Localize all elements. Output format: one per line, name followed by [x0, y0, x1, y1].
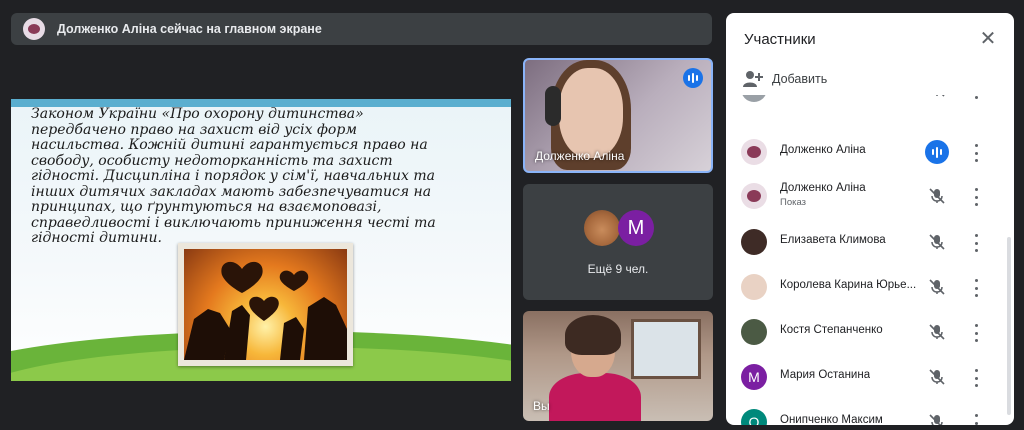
add-person-icon — [742, 69, 764, 89]
mic-off-icon[interactable] — [925, 275, 949, 299]
slide-photo-hearts — [178, 243, 353, 366]
participant-avatar-photo — [584, 210, 620, 246]
participant-row[interactable]: Костя Степанченко — [726, 311, 1006, 356]
participant-name: Костя Степанченко — [780, 324, 883, 336]
more-participants-tile[interactable]: M Ещё 9 чел. — [523, 184, 713, 300]
slide-line: справедливості і виключають приниження ч… — [31, 214, 436, 231]
more-options-icon[interactable] — [968, 188, 984, 206]
participant-avatar: O — [741, 409, 767, 425]
participant-name: Мария Останина — [780, 369, 871, 381]
more-options-icon[interactable] — [968, 95, 984, 99]
speaker-video-tile[interactable]: Долженко Аліна — [523, 58, 713, 173]
add-label: Добавить — [772, 72, 828, 86]
participant-subtitle: Показ — [780, 197, 807, 208]
mic-off-icon[interactable] — [925, 410, 949, 425]
participant-avatar-letter: M — [618, 210, 654, 246]
participant-avatar — [741, 319, 767, 345]
participants-list[interactable]: Долженко Аліна Долженко Аліна Показ Елизаве… — [726, 95, 1006, 425]
more-options-icon[interactable] — [968, 324, 984, 342]
participant-row[interactable]: Долженко Аліна Показ — [726, 175, 1006, 220]
speaking-indicator-icon[interactable] — [925, 140, 949, 164]
participant-name: Долженко Аліна — [780, 182, 866, 194]
more-participants-label: Ещё 9 чел. — [587, 262, 649, 276]
panel-title: Участники — [744, 31, 816, 48]
slide-line: інших дитячих закладах мають забезпечува… — [31, 183, 432, 200]
participant-avatar: M — [741, 364, 767, 390]
participant-row[interactable]: Долженко Аліна — [726, 131, 1006, 176]
slide-line: свободу, особисту недоторканність та зах… — [31, 152, 393, 169]
speaking-indicator-icon — [683, 68, 703, 88]
meet-window: Долженко Аліна сейчас на главном экране … — [0, 0, 1024, 430]
participant-avatar — [741, 139, 767, 165]
slide-line: передбачено право на захист від усіх фор… — [31, 121, 357, 138]
participant-avatar — [741, 274, 767, 300]
more-options-icon[interactable] — [968, 369, 984, 387]
tile-name: Вы — [533, 399, 550, 413]
background-window — [631, 319, 701, 379]
participant-row[interactable]: Королева Карина Юрье... — [726, 266, 1006, 311]
more-options-icon[interactable] — [968, 414, 984, 425]
mic-off-icon[interactable] — [925, 365, 949, 389]
presentation-slide: Законом України «Про охорону дитинства» … — [11, 99, 511, 381]
slide-line: насильства. Кожній дитині гарантується п… — [31, 137, 428, 153]
participant-name: Долженко Аліна — [780, 144, 866, 156]
add-participant-button[interactable]: Добавить — [742, 69, 827, 89]
participant-name: Елизавета Климова — [780, 234, 886, 246]
mic-off-icon[interactable] — [925, 184, 949, 208]
participant-row[interactable]: Елизавета Климова — [726, 221, 1006, 266]
close-icon[interactable]: ✕ — [976, 27, 1000, 51]
more-options-icon[interactable] — [968, 234, 984, 252]
participant-avatar — [741, 229, 767, 255]
slide-text: Законом України «Про охорону дитинства» … — [31, 106, 451, 247]
more-options-icon[interactable] — [968, 279, 984, 297]
mic-off-icon[interactable] — [925, 95, 949, 101]
slide-line: принципах, що ґрунтуються на взаємоповаз… — [31, 199, 382, 215]
participant-avatar — [741, 183, 767, 209]
presenter-banner: Долженко Аліна сейчас на главном экране — [11, 13, 712, 45]
participant-name: Онипченко Максим — [780, 414, 883, 425]
hands-hearts-icon — [184, 261, 347, 360]
headphones — [545, 86, 561, 126]
self-video-tile[interactable]: Вы — [523, 311, 713, 421]
presenter-banner-text: Долженко Аліна сейчас на главном экране — [57, 22, 322, 36]
mic-off-icon[interactable] — [925, 320, 949, 344]
participant-row[interactable] — [726, 95, 1006, 113]
participant-row[interactable]: O Онипченко Максим — [726, 401, 1006, 425]
participant-row[interactable]: M Мария Останина — [726, 356, 1006, 401]
participant-avatar — [741, 95, 767, 102]
scrollbar[interactable] — [1007, 237, 1011, 415]
slide-line: Законом України «Про охорону дитинства» — [31, 106, 364, 122]
mic-off-icon[interactable] — [925, 230, 949, 254]
presenter-avatar — [23, 18, 45, 40]
more-options-icon[interactable] — [968, 144, 984, 162]
slide-line: гідності. Дисципліна і порядок у сім'ї, … — [31, 168, 435, 184]
tile-name: Долженко Аліна — [535, 149, 625, 163]
participants-panel: Участники ✕ Добавить Долженко Аліна Долже… — [726, 13, 1014, 425]
participant-name: Королева Карина Юрье... — [780, 279, 917, 291]
